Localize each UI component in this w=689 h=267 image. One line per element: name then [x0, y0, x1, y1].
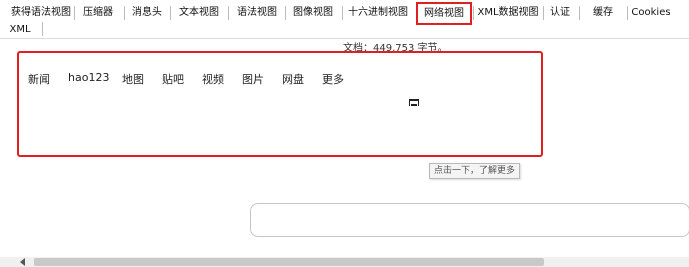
tab-headers[interactable]: 消息头 — [128, 3, 166, 23]
scroll-left-icon[interactable] — [20, 258, 25, 266]
tab-text-view[interactable]: 文本视图 — [174, 3, 224, 23]
search-input[interactable] — [250, 203, 689, 237]
tab-separator — [543, 6, 544, 20]
tab-separator — [473, 6, 474, 20]
tab-web-view[interactable]: 网络视图 — [416, 2, 472, 25]
tab-caching[interactable]: 缓存 — [585, 3, 621, 23]
tab-image-view[interactable]: 图像视图 — [288, 3, 338, 23]
tab-separator — [228, 6, 229, 20]
nav-link-images[interactable]: 图片 — [242, 71, 264, 87]
tab-cookies[interactable]: Cookies — [631, 3, 671, 23]
tab-separator — [342, 6, 343, 20]
tab-separator — [170, 6, 171, 20]
tab-auth[interactable]: 认证 — [547, 3, 573, 23]
horizontal-scrollbar[interactable] — [0, 257, 689, 267]
tab-separator — [42, 22, 43, 36]
nav-link-tieba[interactable]: 贴吧 — [162, 71, 184, 87]
nav-link-netdisk[interactable]: 网盘 — [282, 71, 304, 87]
nav-link-hao123[interactable]: hao123 — [68, 71, 109, 84]
web-preview-frame: 新闻 hao123 地图 贴吧 视频 图片 网盘 更多 — [17, 51, 543, 157]
tab-separator — [74, 6, 75, 20]
tab-separator — [285, 6, 286, 20]
tab-separator — [579, 6, 580, 20]
tab-syntax-view[interactable]: 语法视图 — [232, 3, 282, 23]
tooltip: 点击一下，了解更多 — [429, 163, 521, 179]
tab-separator — [124, 6, 125, 20]
nav-link-video[interactable]: 视频 — [202, 71, 224, 87]
nav-link-map[interactable]: 地图 — [122, 71, 144, 87]
nav-link-news[interactable]: 新闻 — [28, 71, 50, 87]
tab-bar: 获得语法视图 压缩器 消息头 文本视图 语法视图 图像视图 十六进制视图 网络视… — [0, 0, 689, 38]
crown-icon — [409, 99, 419, 106]
scrollbar-thumb[interactable] — [34, 258, 544, 266]
nav-link-more[interactable]: 更多 — [322, 71, 344, 87]
tab-xml-data-view[interactable]: XML数据视图 — [477, 3, 539, 23]
tab-compressor[interactable]: 压缩器 — [78, 3, 118, 23]
tab-xml[interactable]: XML — [6, 20, 34, 40]
tab-separator — [627, 6, 628, 20]
tab-hex-view[interactable]: 十六进制视图 — [346, 3, 410, 23]
